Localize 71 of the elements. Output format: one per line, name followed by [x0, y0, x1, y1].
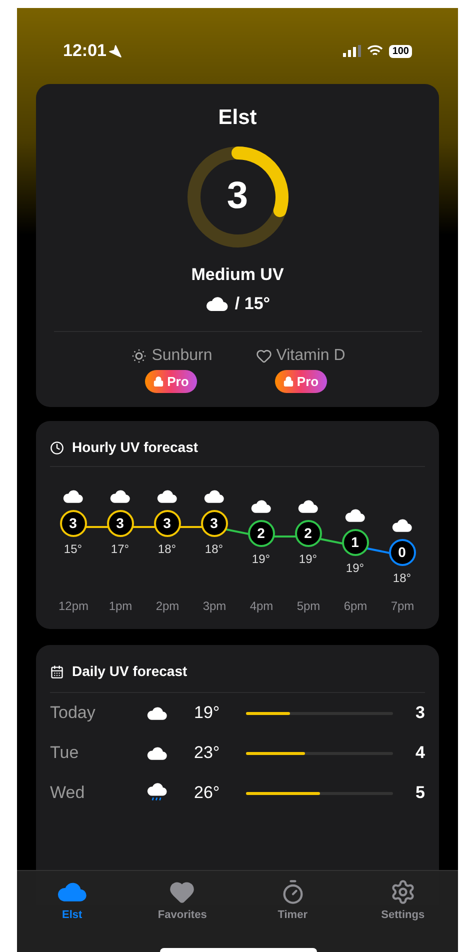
uv-index-badge: 3 — [154, 510, 180, 537]
day-label: Wed — [50, 782, 86, 804]
hour-temperature: 18° — [158, 541, 176, 558]
cloud-icon — [146, 746, 168, 760]
day-label: Today — [50, 702, 96, 724]
uv-index-badge: 2 — [294, 520, 322, 546]
clock-icon — [50, 440, 64, 454]
cloud-icon — [204, 296, 229, 312]
uv-index-badge: 0 — [388, 538, 416, 566]
location-title: Elst — [218, 105, 257, 131]
hour-temperature: 18° — [204, 541, 224, 558]
lock-icon — [282, 376, 294, 387]
cloud-icon — [156, 489, 178, 504]
pro-badge[interactable]: Pro — [145, 370, 197, 393]
cloud-icon — [56, 880, 88, 903]
calendar-icon — [50, 664, 64, 678]
uv-index-badge: 3 — [60, 510, 86, 537]
feature-label: Sunburn — [152, 346, 212, 366]
location-arrow-icon — [108, 44, 122, 58]
uv-index-badge: 2 — [248, 520, 274, 546]
current-temperature: / 15° — [234, 293, 270, 315]
status-time: 12:01 — [63, 40, 106, 62]
hour-label: 2pm — [154, 598, 180, 615]
tab[interactable]: Timer — [252, 879, 333, 923]
day-temperature: 23° — [194, 742, 221, 764]
day-uv-value: 4 — [416, 742, 425, 764]
uv-index-badge: 3 — [106, 510, 134, 537]
cloud-icon — [297, 498, 319, 514]
tab[interactable]: Elst — [32, 879, 112, 923]
uv-level-label: Medium UV — [191, 264, 284, 286]
cloud-icon — [203, 489, 225, 504]
section-title: Daily UV forecast — [72, 662, 188, 681]
tab[interactable]: Favorites — [142, 879, 222, 923]
hour-label: 3pm — [202, 598, 228, 615]
day-uv-value: 3 — [416, 702, 425, 724]
battery-indicator: 100 — [389, 44, 412, 58]
hour-label: 6pm — [342, 598, 368, 615]
feature-label: Vitamin D — [276, 346, 346, 366]
rain-cloud-icon — [146, 783, 168, 803]
hour-temperature: 15° — [64, 541, 82, 558]
cloud-icon — [109, 489, 131, 504]
tab[interactable]: Settings — [362, 879, 443, 923]
hour-label: 7pm — [390, 598, 416, 615]
cloud-icon — [344, 508, 366, 523]
pro-badge[interactable]: Pro — [274, 370, 327, 393]
section-title: Hourly UV forecast — [72, 438, 198, 457]
lock-icon — [153, 376, 164, 387]
uv-index-badge: 3 — [200, 510, 228, 537]
hour-label: 5pm — [296, 598, 322, 615]
uv-index-value: 3 — [226, 174, 248, 219]
heart-icon — [169, 879, 196, 905]
day-temperature: 26° — [194, 782, 221, 804]
hour-label: 12pm — [57, 598, 90, 615]
day-label: Tue — [50, 742, 80, 764]
hour-label: 4pm — [248, 598, 274, 615]
cloud-icon — [250, 498, 272, 514]
settings-icon — [390, 879, 416, 905]
hour-label: 1pm — [108, 598, 134, 615]
uv-index-badge: 1 — [342, 529, 368, 556]
cloud-icon — [146, 706, 168, 720]
hour-temperature: 19° — [252, 550, 270, 568]
cloud-icon — [62, 489, 84, 504]
cloud-icon — [391, 518, 413, 532]
hour-temperature: 18° — [392, 570, 412, 586]
day-uv-value: 5 — [416, 782, 425, 804]
signal-icon — [343, 45, 362, 57]
wifi-icon — [367, 45, 384, 57]
day-temperature: 19° — [194, 702, 221, 724]
hour-temperature: 19° — [298, 550, 318, 568]
hour-temperature: 17° — [110, 541, 130, 558]
hour-temperature: 19° — [346, 560, 364, 577]
